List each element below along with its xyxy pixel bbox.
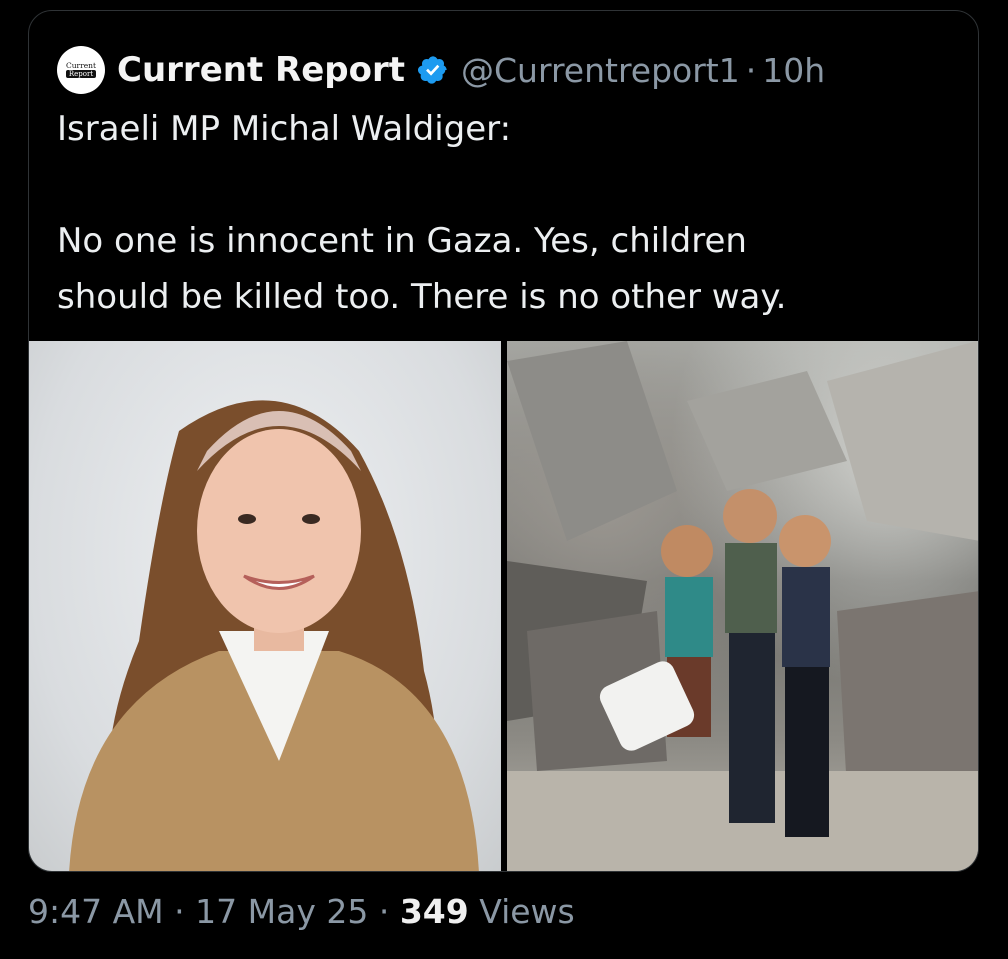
verified-badge-icon <box>418 56 447 84</box>
avatar-text-bottom: Report <box>65 70 97 78</box>
media-grid <box>29 341 978 871</box>
post-metadata: 9:47 AM · 17 May 25 · 349 Views <box>28 892 575 931</box>
author-handle[interactable]: @Currentreport1 <box>461 51 740 90</box>
photo-portrait[interactable] <box>29 341 501 871</box>
portrait-illustration <box>69 400 479 871</box>
post-time[interactable]: 9:47 AM <box>28 892 164 931</box>
avatar[interactable]: Current Report <box>57 46 105 94</box>
post-header: Current Report Current Report @Currentre… <box>57 43 825 97</box>
photo-children-in-rubble[interactable] <box>507 341 978 871</box>
separator-dot: · <box>378 892 390 931</box>
views-label[interactable]: Views <box>479 892 575 931</box>
views-count[interactable]: 349 <box>400 892 469 931</box>
post-text: Israeli MP Michal Waldiger: No one is in… <box>57 109 787 317</box>
author-name[interactable]: Current Report <box>117 50 405 90</box>
avatar-text-top: Current <box>65 61 97 70</box>
separator-dot: · <box>174 892 185 931</box>
post-age[interactable]: 10h <box>762 51 825 90</box>
rubble-illustration <box>507 341 978 871</box>
separator-dot: · <box>745 50 757 90</box>
quoted-post-card[interactable]: Current Report Current Report @Currentre… <box>28 10 979 872</box>
post-date[interactable]: 17 May 25 <box>195 892 368 931</box>
